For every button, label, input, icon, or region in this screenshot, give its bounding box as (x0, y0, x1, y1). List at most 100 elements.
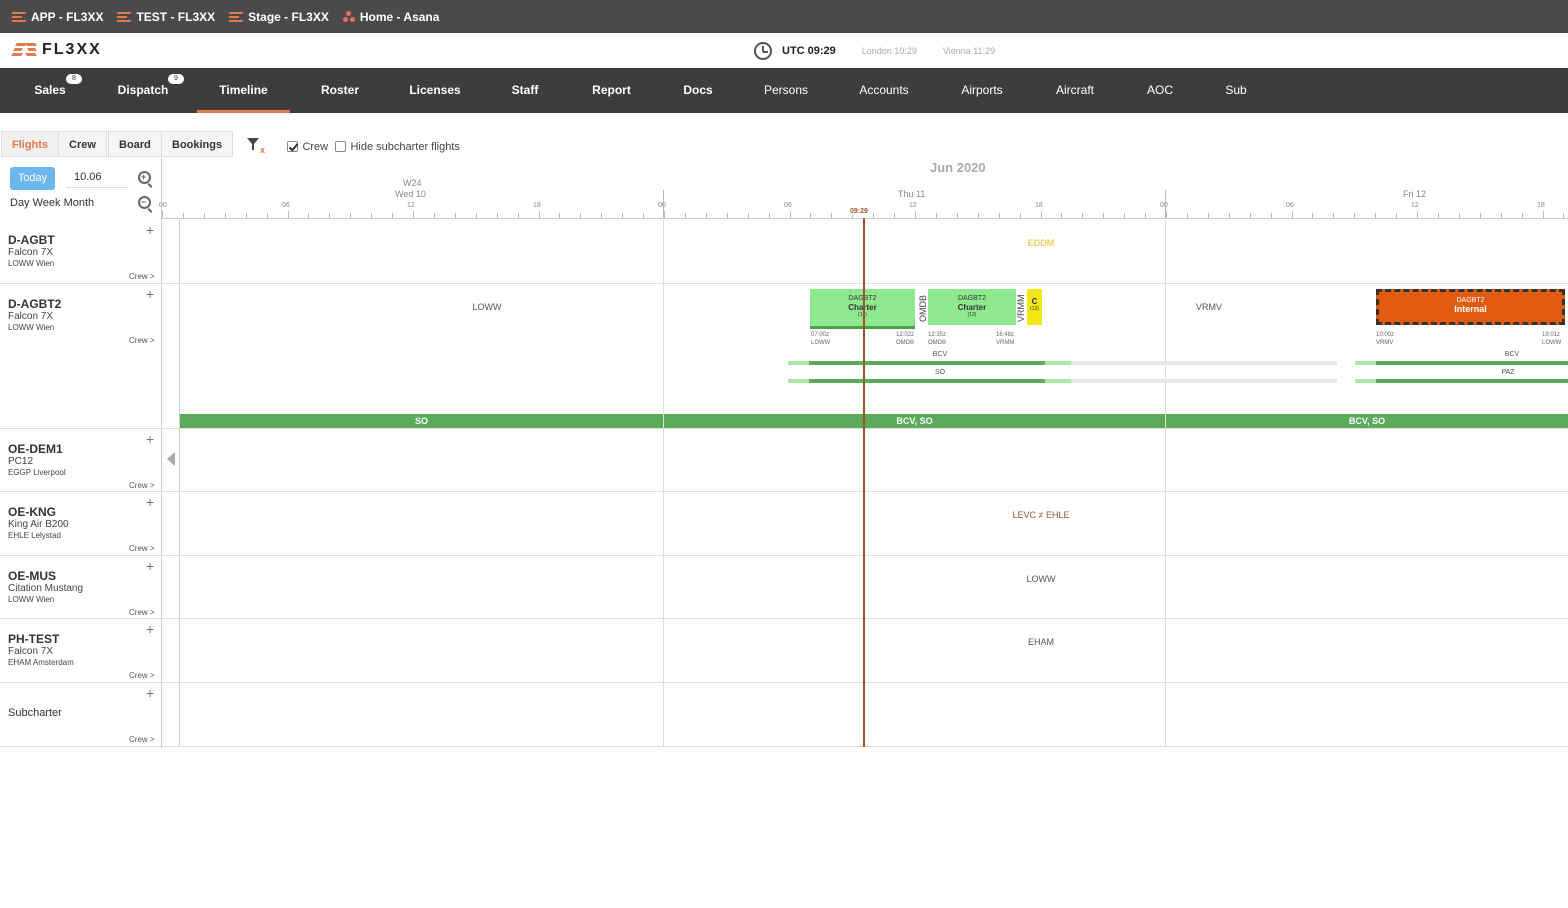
crew-bar-pre (788, 361, 809, 365)
bookmark-stage[interactable]: Stage - FL3XX (228, 10, 329, 24)
aircraft-label[interactable]: PH-TEST Falcon 7X EHAM Amsterdam (8, 632, 74, 668)
crew-bar[interactable] (809, 361, 1071, 365)
bookmark-test[interactable]: TEST - FL3XX (116, 10, 215, 24)
duty-bar[interactable]: BCV, SO (664, 414, 1165, 428)
flight-block[interactable]: DAGBT2 Charter (13) (928, 289, 1016, 325)
zoom-out-icon[interactable]: − (138, 196, 151, 209)
aircraft-label[interactable]: OE-KNG King Air B200 EHLE Lelystad (8, 505, 69, 541)
zoom-in-icon[interactable]: + (138, 171, 151, 184)
date-input[interactable] (66, 166, 128, 188)
logo-text: FL3XX (42, 41, 102, 58)
crew-code: BCV (1504, 351, 1520, 358)
aircraft-row: D-AGBT Falcon 7X LOWW Wien + Crew > EDDM (0, 220, 1568, 284)
crew-bar[interactable] (809, 379, 1071, 383)
aircraft-label[interactable]: OE-DEM1 PC12 EGGP Liverpool (8, 442, 66, 478)
crew-bar[interactable] (1376, 361, 1568, 365)
crew-bar[interactable] (1376, 379, 1568, 383)
hide-subcharter-checkbox[interactable] (335, 141, 346, 153)
nav-staff[interactable]: Staff (500, 68, 550, 113)
tab-flights[interactable]: Flights (1, 131, 60, 157)
hour-label: 00 (1160, 202, 1168, 209)
axis-line (162, 218, 1568, 219)
week-label: W24 (403, 178, 422, 188)
filter-clear-button[interactable]: x (246, 137, 268, 160)
hour-tick (538, 211, 540, 218)
hour-label: 06 (1286, 202, 1294, 209)
aircraft-row: OE-DEM1 PC12 EGGP Liverpool + Crew > (0, 429, 1568, 492)
nav-roster[interactable]: Roster (310, 68, 370, 113)
hour-tick (1291, 211, 1293, 218)
nav-sub[interactable]: Sub (1220, 68, 1252, 113)
flight-arr: 19:01z LOWW (1542, 332, 1562, 346)
aircraft-label[interactable]: OE-MUS Citation Mustang LOWW Wien (8, 569, 83, 605)
ground-label: OMDB (918, 295, 928, 322)
bookmark-asana[interactable]: Home - Asana (342, 10, 439, 24)
vienna-time: Vienna 11:29 (942, 46, 996, 56)
nav-docs[interactable]: Docs (676, 68, 720, 113)
hour-label: 12 (909, 202, 917, 209)
add-icon[interactable]: + (146, 287, 154, 301)
tab-bookings[interactable]: Bookings (161, 131, 234, 157)
aircraft-row: PH-TEST Falcon 7X EHAM Amsterdam + Crew … (0, 619, 1568, 683)
nav-timeline[interactable]: Timeline (197, 68, 290, 113)
add-icon[interactable]: + (146, 622, 154, 636)
nav-aircraft[interactable]: Aircraft (1048, 68, 1102, 113)
add-icon[interactable]: + (146, 223, 154, 237)
duty-bar[interactable]: SO (180, 414, 663, 428)
hour-label: 06 (784, 202, 792, 209)
nav-accounts[interactable]: Accounts (852, 68, 916, 113)
hour-label: 18 (1035, 202, 1043, 209)
flight-block-short[interactable]: C (13) (1027, 289, 1042, 325)
hour-tick (413, 211, 414, 218)
internal-flight-block[interactable]: DAGBT2 Internal (1376, 289, 1565, 325)
airport-label: LOWW (1026, 574, 1056, 584)
crew-link[interactable]: Crew > (129, 544, 155, 553)
crew-link[interactable]: Crew > (129, 735, 155, 744)
ground-label: VRMM (1016, 294, 1026, 323)
bookmarks-bar: APP - FL3XX TEST - FL3XX Stage - FL3XX H… (0, 0, 1568, 33)
crew-bar-pre (788, 379, 809, 383)
hour-tick (915, 211, 916, 218)
add-icon[interactable]: + (146, 559, 154, 573)
crew-link[interactable]: Crew > (129, 272, 155, 281)
add-icon[interactable]: + (146, 495, 154, 509)
app-logo[interactable]: FL3XX (11, 41, 102, 59)
hide-subcharter-filter[interactable]: Hide subcharter flights (335, 138, 460, 156)
nav-airports[interactable]: Airports (952, 68, 1012, 113)
nav-aoc[interactable]: AOC (1140, 68, 1180, 113)
dispatch-badge: 9 (168, 74, 184, 84)
aircraft-label[interactable]: D-AGBT Falcon 7X LOWW Wien (8, 233, 55, 269)
duty-bar[interactable]: BCV, SO (1166, 414, 1568, 428)
add-icon[interactable]: + (146, 686, 154, 700)
crew-bar-pre (1355, 361, 1376, 365)
nav-persons[interactable]: Persons (756, 68, 816, 113)
airport-label: EHAM (1027, 637, 1055, 647)
crew-link[interactable]: Crew > (129, 336, 155, 345)
nav-report[interactable]: Report (584, 68, 639, 113)
crew-link[interactable]: Crew > (129, 608, 155, 617)
flight-arr: 16:48z VRMM (996, 332, 1015, 346)
crew-link[interactable]: Crew > (129, 671, 155, 680)
hour-tick (664, 211, 665, 218)
nav-dispatch[interactable]: Dispatch (110, 68, 176, 113)
bookmark-app[interactable]: APP - FL3XX (11, 10, 103, 24)
aircraft-label[interactable]: D-AGBT2 Falcon 7X LOWW Wien (8, 297, 61, 333)
crew-code: PAZ (1501, 369, 1515, 376)
today-button[interactable]: Today (10, 167, 55, 190)
subcharter-row: Subcharter + Crew > (0, 683, 1568, 747)
nav-licenses[interactable]: Licenses (400, 68, 470, 113)
add-icon[interactable]: + (146, 432, 154, 446)
current-time-line (863, 218, 865, 747)
range-selector[interactable]: Day Week Month (10, 197, 94, 209)
crew-checkbox[interactable] (287, 141, 298, 153)
crew-bar-pre (1355, 379, 1376, 383)
crew-filter[interactable]: Crew (287, 138, 328, 156)
london-time: London 10:29 (861, 46, 917, 56)
tab-crew[interactable]: Crew (58, 131, 107, 157)
hour-label: 18 (1537, 202, 1545, 209)
tab-board[interactable]: Board (108, 131, 162, 157)
day-label-wed: Wed 10 (395, 189, 426, 199)
crew-bar-post (1045, 379, 1071, 383)
flight-arr: 12:02z OMDB (896, 332, 915, 346)
crew-link[interactable]: Crew > (129, 481, 155, 490)
